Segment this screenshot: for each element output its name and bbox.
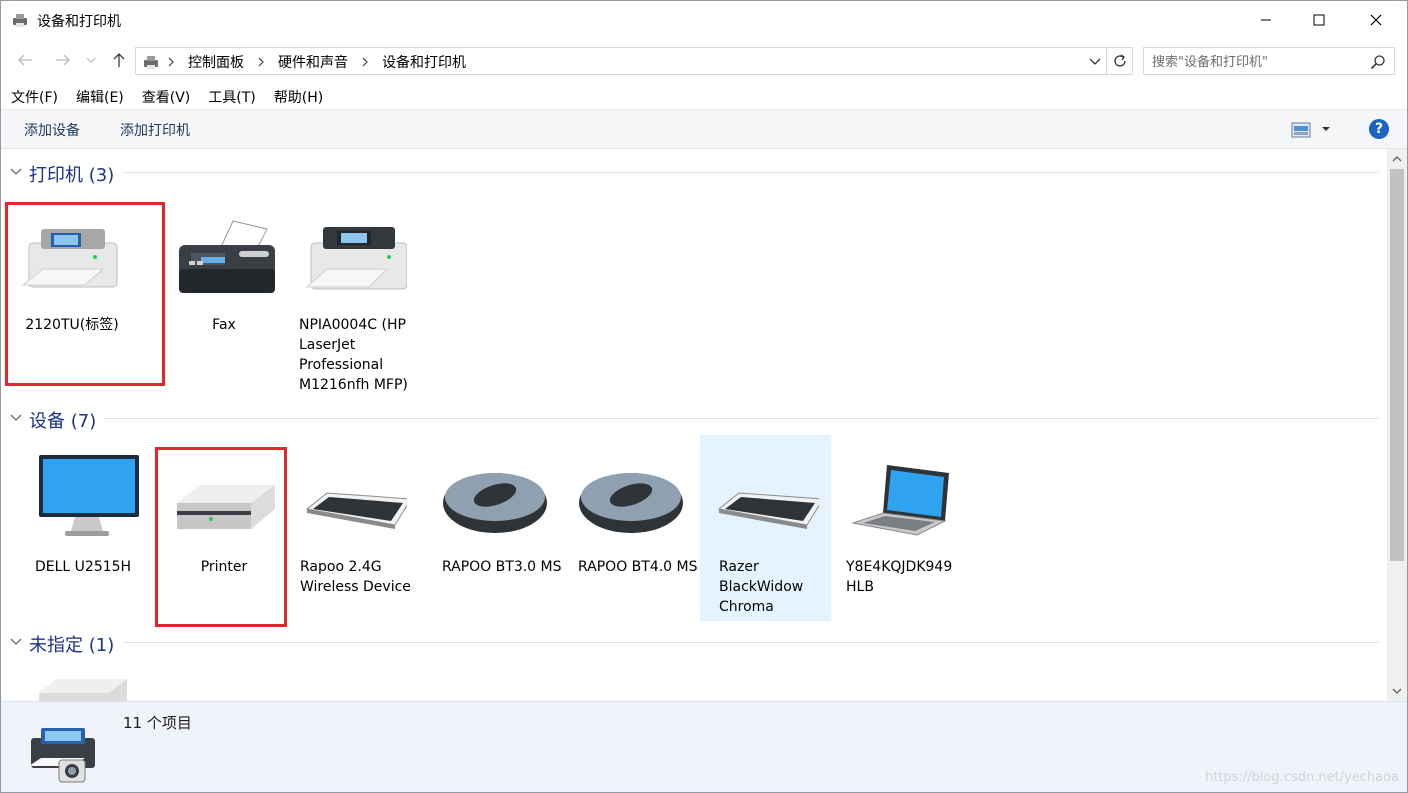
device-label: NPIA0004C (HP LaserJet Professional M121…: [299, 317, 408, 393]
command-bar: 添加设备 添加打印机 ?: [1, 109, 1407, 149]
group-header-unspecified[interactable]: 未指定 (1): [1, 627, 1387, 657]
breadcrumb-control-panel[interactable]: 控制面板: [188, 52, 244, 72]
maximize-button[interactable]: [1296, 1, 1342, 39]
menu-tools[interactable]: 工具(T): [198, 85, 263, 109]
chevron-right-icon[interactable]: [256, 55, 266, 69]
device-label: Fax: [212, 317, 236, 333]
device-item-rapoo-24g[interactable]: Rapoo 2.4G Wireless Device: [291, 439, 415, 609]
laptop-icon: [851, 465, 949, 536]
label-printer-icon: [21, 229, 118, 288]
forward-button[interactable]: [51, 47, 75, 73]
back-button[interactable]: [13, 47, 37, 73]
chevron-down-icon: [10, 168, 22, 175]
group-title: 打印机 (3): [29, 165, 115, 186]
search-input[interactable]: [1152, 52, 1362, 72]
devices-and-printers-window: 设备和打印机 控制面板 硬件和声音 设备和打印机 搜索"设备和打印机" 文件(F…: [0, 0, 1408, 793]
device-label: DELL U2515H: [35, 559, 132, 575]
generic-device-icon[interactable]: [37, 665, 129, 701]
device-item-rapoo-bt40[interactable]: RAPOO BT4.0 MS: [567, 439, 698, 609]
view-dropdown-icon[interactable]: [1319, 122, 1333, 136]
item-count: 11 个项目: [123, 714, 192, 732]
close-icon: [1370, 14, 1382, 26]
details-pane: 11 个项目 https://blog.csdn.net/yechaoa: [1, 701, 1407, 792]
device-label: Razer BlackWidow Chroma: [719, 559, 804, 615]
device-label: Printer: [200, 559, 248, 575]
group-title: 设备 (7): [29, 411, 97, 432]
device-item-rapoo-bt30[interactable]: RAPOO BT3.0 MS: [431, 439, 562, 609]
close-button[interactable]: [1353, 1, 1399, 39]
search-box[interactable]: [1143, 47, 1395, 75]
vertical-scrollbar[interactable]: [1387, 149, 1407, 701]
scroll-down-icon[interactable]: [1390, 684, 1404, 698]
device-item-razer-blackwidow[interactable]: Razer BlackWidow Chroma: [703, 439, 827, 615]
chevron-down-icon: [10, 414, 22, 421]
menu-view[interactable]: 查看(V): [132, 85, 199, 109]
add-device-button[interactable]: 添加设备: [24, 120, 80, 140]
device-item-dell-u2515h[interactable]: DELL U2515H: [23, 439, 147, 609]
chevron-down-icon: [86, 57, 96, 63]
device-label: Rapoo 2.4G Wireless Device: [300, 559, 411, 595]
arrow-left-icon: [18, 54, 32, 66]
watermark: https://blog.csdn.net/yechaoa: [1204, 770, 1399, 785]
mouse-icon: [443, 473, 547, 533]
devices-printers-icon: [13, 14, 27, 27]
device-label: Y8E4KQJDK949 HLB: [846, 559, 953, 595]
address-row: 控制面板 硬件和声音 设备和打印机: [1, 43, 1407, 77]
monitor-icon: [39, 455, 139, 536]
arrow-right-icon: [56, 54, 70, 66]
generic-device-icon: [177, 485, 275, 529]
device-item-npia0004c[interactable]: NPIA0004C (HP LaserJet Professional M121…: [291, 203, 415, 403]
title-bar: 设备和打印机: [1, 1, 1407, 39]
up-button[interactable]: [107, 47, 131, 73]
maximize-icon: [1313, 14, 1325, 26]
minimize-button[interactable]: [1243, 1, 1289, 39]
address-bar[interactable]: 控制面板 硬件和声音 设备和打印机: [135, 47, 1107, 75]
device-label: RAPOO BT4.0 MS: [578, 559, 698, 575]
breadcrumb-hardware-sound[interactable]: 硬件和声音: [278, 52, 348, 72]
group-header-devices[interactable]: 设备 (7): [1, 403, 1387, 433]
add-printer-button[interactable]: 添加打印机: [120, 120, 190, 140]
chevron-right-icon: [168, 57, 174, 67]
refresh-icon: [1113, 54, 1126, 67]
device-list: 打印机 (3) 2120TU(标签) Fax NPIA0004C (HP Las…: [1, 149, 1387, 701]
keyboard-icon: [717, 492, 819, 529]
menu-bar: 文件(F) 编辑(E) 查看(V) 工具(T) 帮助(H): [1, 85, 1407, 109]
devices-printers-icon: [29, 728, 95, 783]
scroll-up-icon[interactable]: [1390, 152, 1404, 166]
group-header-printers[interactable]: 打印机 (3): [1, 157, 1387, 187]
scrollbar-thumb[interactable]: [1390, 169, 1404, 561]
fax-icon: [179, 220, 275, 293]
device-item-fax[interactable]: Fax: [159, 203, 283, 383]
chevron-down-icon: [10, 638, 22, 645]
window-title: 设备和打印机: [37, 14, 121, 30]
device-item-printer[interactable]: Printer: [159, 439, 283, 609]
help-button[interactable]: ?: [1369, 119, 1389, 139]
menu-help[interactable]: 帮助(H): [264, 85, 331, 109]
device-label: 2120TU(标签): [25, 317, 119, 333]
device-item-y8e4kqjdk949[interactable]: Y8E4KQJDK949 HLB: [837, 439, 961, 609]
chevron-down-icon[interactable]: [1086, 52, 1104, 70]
change-view-icon[interactable]: [1291, 120, 1311, 140]
breadcrumb: 控制面板 硬件和声音 设备和打印机: [166, 52, 466, 72]
mouse-icon: [579, 473, 683, 533]
group-title: 未指定 (1): [29, 635, 115, 656]
search-icon[interactable]: [1370, 54, 1386, 70]
recent-locations-button[interactable]: [83, 47, 99, 73]
breadcrumb-devices-printers[interactable]: 设备和打印机: [382, 52, 466, 72]
menu-file[interactable]: 文件(F): [1, 85, 66, 109]
laser-printer-icon: [305, 227, 407, 290]
devices-printers-icon: [144, 56, 158, 69]
chevron-right-icon[interactable]: [360, 55, 370, 69]
menu-edit[interactable]: 编辑(E): [66, 85, 132, 109]
arrow-up-icon: [113, 53, 125, 67]
keyboard-icon: [305, 492, 407, 529]
refresh-button[interactable]: [1107, 47, 1133, 75]
device-item-2120tu[interactable]: 2120TU(标签): [7, 203, 131, 383]
minimize-icon: [1261, 19, 1271, 21]
device-label: RAPOO BT3.0 MS: [442, 559, 562, 575]
